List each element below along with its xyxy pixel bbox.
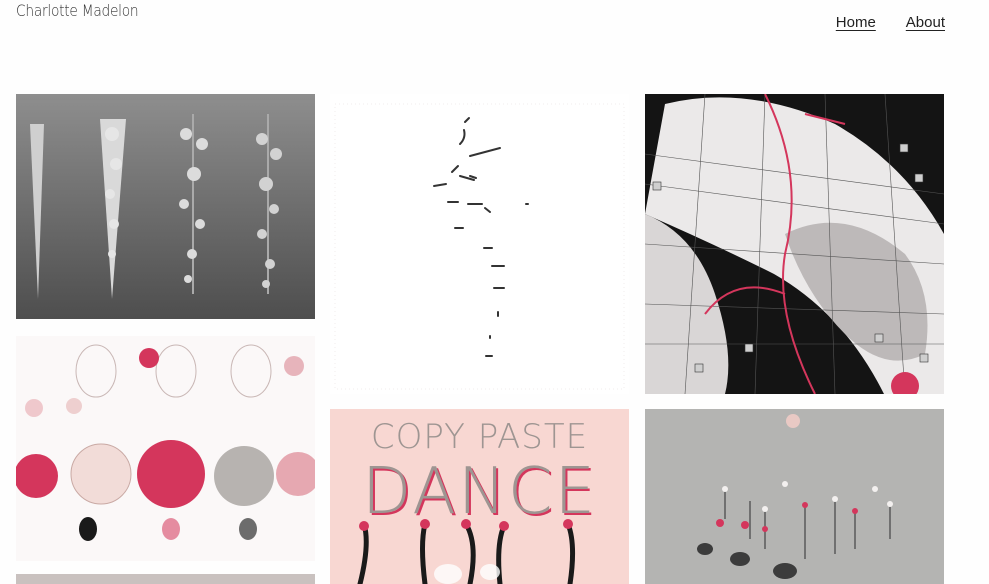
main-nav: Home About	[836, 14, 945, 31]
garden-image	[645, 409, 944, 584]
poster-title-line1: COPY PASTE	[370, 417, 589, 457]
gallery-item-roses-illustration[interactable]	[16, 336, 315, 561]
fragments-image	[330, 94, 629, 394]
partial-image	[16, 574, 315, 584]
gallery-item-sculpture-render[interactable]	[16, 94, 315, 319]
wireframe-image	[645, 94, 944, 394]
gallery-item-wireframe[interactable]	[645, 94, 944, 394]
sculpture-render-image	[16, 94, 315, 319]
roses-illustration-image	[16, 336, 315, 561]
nav-link-about[interactable]: About	[906, 14, 945, 31]
gallery-item-partial[interactable]	[16, 574, 315, 584]
nav-link-home[interactable]: Home	[836, 14, 876, 31]
gallery-item-fragments[interactable]	[330, 94, 629, 394]
site-title[interactable]: Charlotte Madelon	[16, 1, 139, 20]
gallery-item-garden[interactable]	[645, 409, 944, 584]
dancers-illustration	[357, 519, 576, 584]
gallery-item-copy-paste-dance[interactable]: COPY PASTE DANCE	[330, 409, 629, 584]
